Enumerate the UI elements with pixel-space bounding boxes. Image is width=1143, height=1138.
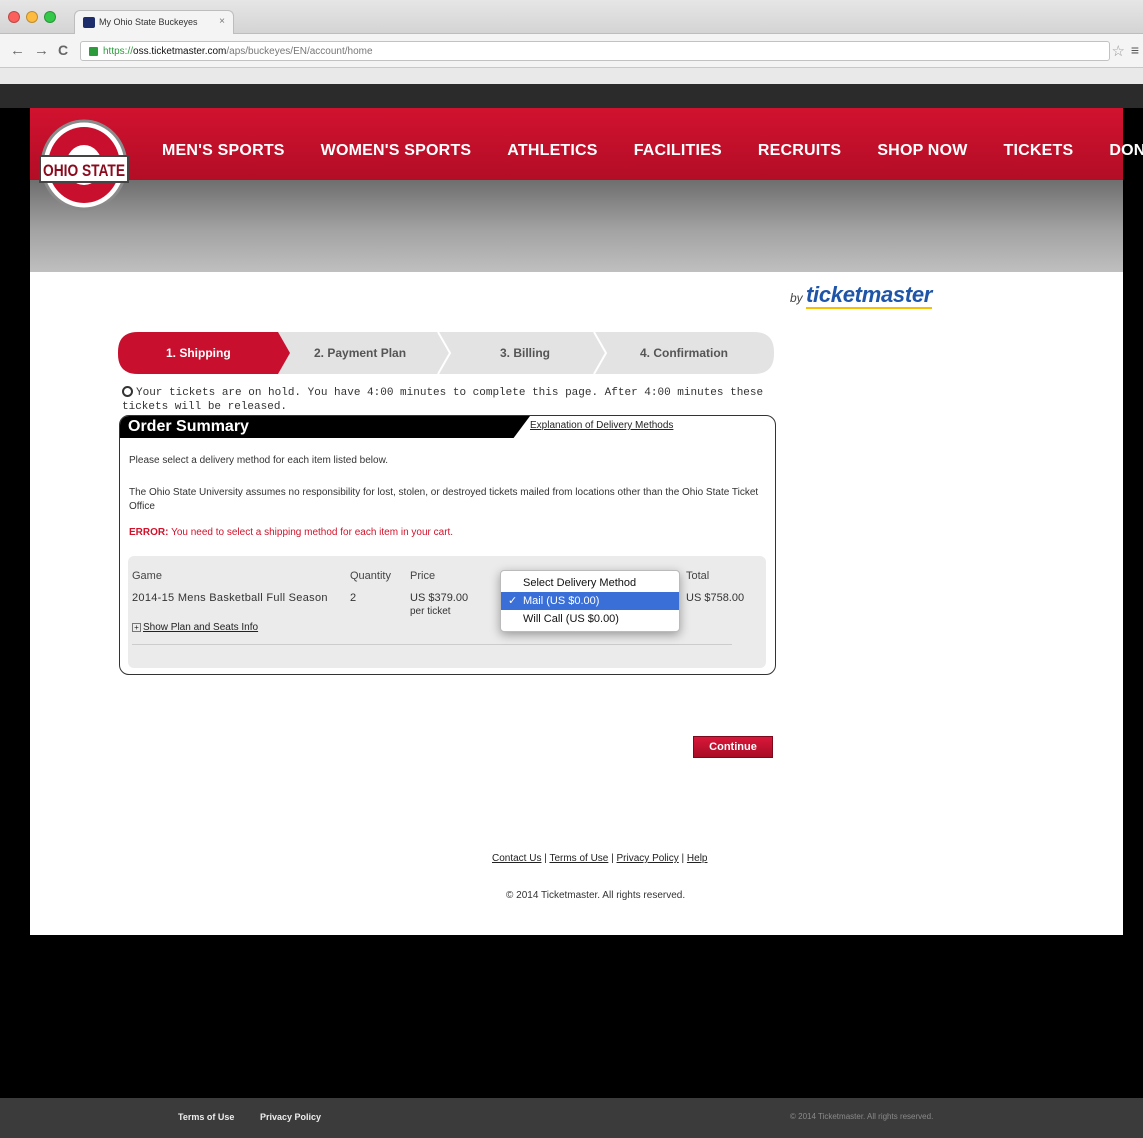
order-summary-panel: Order Summary Explanation of Delivery Me… [119,415,776,675]
nav-athletics[interactable]: ATHLETICS [507,142,597,164]
checkmark-icon: ✓ [508,595,518,607]
error-message: ERROR: You need to select a shipping met… [129,526,453,540]
nav-womens-sports[interactable]: WOMEN'S SPORTS [321,142,472,164]
order-summary-title: Order Summary [128,418,249,435]
header-price: Price [410,570,436,582]
url-path: /aps/buckeyes/EN/account/home [226,46,373,57]
bottom-terms-link[interactable]: Terms of Use [178,1112,234,1122]
item-price-value: US $379.00 [410,592,469,604]
expand-plus-icon: + [132,623,141,632]
url-scheme: https:// [103,46,134,57]
toolbar-gap [0,68,1143,84]
window-maximize-button[interactable] [44,11,56,23]
step-payment-plan: 2. Payment Plan [314,346,407,360]
logo-text: OHIO STATE [43,161,125,180]
dropdown-placeholder-option[interactable]: Select Delivery Method [501,574,679,592]
lock-icon [89,47,98,56]
browser-tab[interactable]: My Ohio State Buckeyes × [74,10,234,34]
header-total: Total [686,570,710,582]
item-quantity: 2 [350,592,357,604]
checkout-steps: 1. Shipping 2. Payment Plan 3. Billing 4… [118,332,774,374]
hero-banner [30,180,1123,272]
window-close-button[interactable] [8,11,20,23]
page-top-strip [0,84,1143,108]
option-mail-label: Mail (US $0.00) [523,595,600,607]
nav-tickets[interactable]: TICKETS [1004,142,1074,164]
disclaimer-text: The Ohio State University assumes no res… [129,487,759,512]
bookmark-star-icon[interactable]: ☆ [1112,42,1125,60]
table-divider [132,644,732,645]
nav-donate[interactable]: DONATE [1109,142,1143,164]
item-price-unit: per ticket [410,606,451,617]
error-text: You need to select a shipping method for… [171,527,454,538]
by-text: by [790,291,803,305]
step-shipping: 1. Shipping [166,346,231,360]
nav-facilities[interactable]: FACILITIES [634,142,722,164]
error-label: ERROR: [129,527,169,538]
footer-terms-link[interactable]: Terms of Use [549,853,608,864]
footer-copyright: © 2014 Ticketmaster. All rights reserved… [506,890,686,901]
browser-menu-icon[interactable]: ≡ [1131,42,1139,58]
footer-help-link[interactable]: Help [687,853,708,864]
tab-title: My Ohio State Buckeyes [99,17,198,27]
page-content: OHIO STATE MEN'S SPORTS WOMEN'S SPORTS A… [30,108,1143,935]
step-billing: 3. Billing [500,346,551,360]
dropdown-option-will-call[interactable]: Will Call (US $0.00) [501,610,679,628]
address-bar[interactable]: https://oss.ticketmaster.com/aps/buckeye… [80,41,1110,61]
delivery-method-dropdown[interactable]: Select Delivery Method ✓ Mail (US $0.00) … [500,570,680,632]
header-quantity: Quantity [350,570,391,582]
show-plan-link[interactable]: + Show Plan and Seats Info [132,622,258,633]
item-total: US $758.00 [686,592,745,604]
bottom-privacy-link[interactable]: Privacy Policy [260,1112,321,1122]
ohio-state-logo-icon[interactable]: OHIO STATE [38,118,130,212]
bottom-footer-bar: Terms of Use Privacy Policy © 2014 Ticke… [0,1098,1143,1138]
url-domain: oss.ticketmaster.com [133,46,227,57]
nav-recruits[interactable]: RECRUITS [758,142,841,164]
dropdown-option-mail[interactable]: ✓ Mail (US $0.00) [501,592,679,610]
hold-notice: Your tickets are on hold. You have 4:00 … [122,386,772,414]
item-price: US $379.00 per ticket [410,591,468,619]
browser-toolbar: ← → C https://oss.ticketmaster.com/aps/b… [0,34,1143,68]
browser-tab-strip: My Ohio State Buckeyes × [0,0,1143,34]
ticketmaster-logo[interactable]: ticketmaster [806,282,932,309]
instruction-text: Please select a delivery method for each… [129,455,389,466]
item-game: 2014-15 Mens Basketball Full Season [132,592,328,604]
continue-button[interactable]: Continue [693,736,773,758]
show-plan-label: Show Plan and Seats Info [143,622,259,633]
footer-privacy-link[interactable]: Privacy Policy [617,853,679,864]
nav-shop-now[interactable]: SHOP NOW [877,142,967,164]
forward-arrow-icon[interactable]: → [34,42,49,59]
header-game: Game [132,570,162,582]
delivery-methods-link[interactable]: Explanation of Delivery Methods [530,420,673,431]
footer-links: Contact Us | Terms of Use | Privacy Poli… [492,853,708,864]
clock-icon [122,386,133,397]
window-minimize-button[interactable] [26,11,38,23]
bottom-copyright: © 2014 Ticketmaster. All rights reserved… [790,1112,934,1121]
tab-close-icon[interactable]: × [219,16,225,27]
footer-contact-link[interactable]: Contact Us [492,853,541,864]
back-arrow-icon[interactable]: ← [10,42,25,59]
ticketmaster-byline: by ticketmaster [790,282,932,309]
favicon-icon [83,17,95,28]
nav-mens-sports[interactable]: MEN'S SPORTS [162,142,285,164]
step-confirmation: 4. Confirmation [640,346,729,360]
hold-notice-text: Your tickets are on hold. You have 4:00 … [122,387,764,413]
reload-icon[interactable]: C [58,42,68,58]
main-nav: MEN'S SPORTS WOMEN'S SPORTS ATHLETICS FA… [162,142,1143,164]
order-title-bar: Order Summary [120,416,530,438]
